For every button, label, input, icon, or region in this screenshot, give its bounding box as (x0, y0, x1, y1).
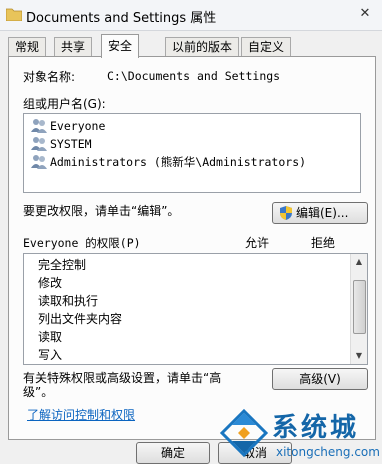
tab-strip: 常规 共享 安全 以前的版本 自定义 (8, 34, 374, 58)
tab-security[interactable]: 安全 (101, 34, 140, 58)
window-title: Documents and Settings 属性 (26, 11, 217, 26)
users-icon (31, 155, 47, 169)
allow-column-header: 允许 (245, 236, 270, 250)
tab-customize[interactable]: 自定义 (241, 37, 292, 57)
advanced-hint-line2: 级”。 (23, 385, 54, 399)
users-icon (31, 137, 47, 151)
edit-button-label: 编辑(E)... (296, 206, 349, 220)
watermark: 系统城 xitongcheng.com (218, 407, 382, 462)
table-row: 写入 (38, 348, 63, 362)
permissions-table[interactable]: 完全控制 修改 读取和执行 列出文件夹内容 读取 写入 ▲ ▼ (23, 253, 368, 365)
security-panel: 对象名称: C:\Documents and Settings 组或用户名(G)… (8, 56, 376, 440)
help-link[interactable]: 了解访问控制和权限 (27, 406, 135, 423)
shield-icon (280, 206, 292, 220)
users-icon (31, 119, 47, 133)
user-list[interactable]: Everyone SYSTEM Administrators (熊新华\Admi… (23, 113, 361, 193)
scroll-up-icon[interactable]: ▲ (351, 255, 367, 269)
watermark-brand-cn: 系统城 (272, 413, 360, 443)
object-name-value: C:\Documents and Settings (107, 69, 281, 83)
deny-column-header: 拒绝 (311, 236, 336, 250)
ok-button[interactable]: 确定 (136, 442, 210, 464)
groups-label: 组或用户名(G): (23, 97, 106, 111)
change-hint: 要更改权限，请单击“编辑”。 (23, 204, 180, 218)
close-button[interactable]: ✕ (356, 6, 374, 22)
tab-sharing[interactable]: 共享 (54, 37, 93, 57)
watermark-brand-en: xitongcheng.com (276, 445, 380, 459)
scrollbar[interactable]: ▲ ▼ (350, 254, 367, 364)
edit-button[interactable]: 编辑(E)... (272, 202, 368, 224)
table-row: 读取和执行 (38, 294, 99, 308)
scroll-thumb[interactable] (353, 280, 366, 334)
advanced-button[interactable]: 高级(V) (272, 368, 368, 390)
scroll-down-icon[interactable]: ▼ (351, 349, 367, 363)
permissions-header: Everyone 的权限(P) (23, 236, 141, 250)
title-bar: Documents and Settings 属性 ✕ (0, 0, 382, 31)
table-row: 修改 (38, 276, 63, 290)
tab-general[interactable]: 常规 (8, 37, 47, 57)
table-row: 完全控制 (38, 258, 87, 272)
table-row: 读取 (38, 330, 63, 344)
brand-logo-icon (219, 408, 269, 458)
object-name-label: 对象名称: (23, 70, 76, 84)
folder-icon (6, 8, 22, 21)
tab-previous-versions[interactable]: 以前的版本 (165, 37, 240, 57)
table-row: 列出文件夹内容 (38, 312, 123, 326)
